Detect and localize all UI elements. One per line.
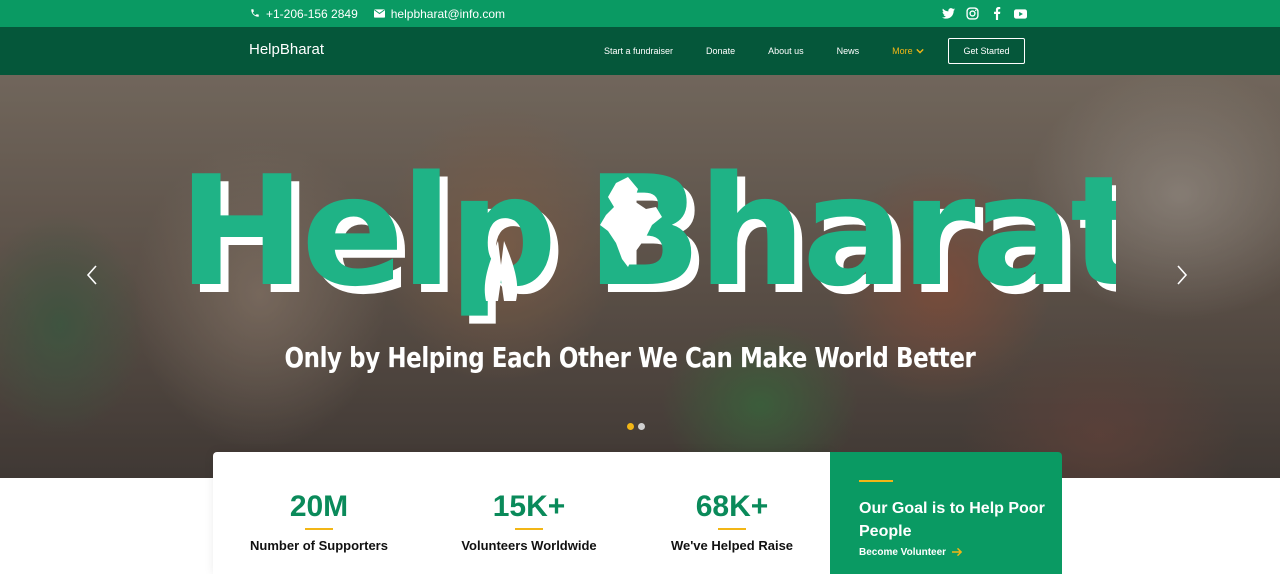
slider-next-arrow[interactable] — [1172, 265, 1192, 289]
slider-dot-2[interactable] — [638, 423, 645, 430]
stat-raised: 68K+ We've Helped Raise — [632, 490, 832, 553]
stat-value: 15K+ — [492, 490, 566, 523]
email-address: helpbharat@info.com — [390, 6, 505, 21]
stat-label: Volunteers Worldwide — [461, 538, 597, 553]
goal-divider — [859, 480, 893, 482]
phone-contact[interactable]: +1-206-156 2849 — [250, 7, 358, 21]
stat-divider — [305, 528, 333, 530]
instagram-icon[interactable] — [966, 7, 979, 20]
mail-icon — [373, 7, 385, 21]
stat-label: Number of Supporters — [250, 538, 388, 553]
nav-more-label: More — [892, 46, 913, 56]
stat-label: We've Helped Raise — [670, 538, 794, 553]
facebook-icon[interactable] — [990, 7, 1003, 20]
become-volunteer-label: Become Volunteer — [859, 547, 947, 558]
contact-info: +1-206-156 2849 helpbharat@info.com — [250, 0, 505, 27]
brand-logo[interactable]: HelpBharat — [249, 41, 324, 58]
stats-card: 20M Number of Supporters 15K+ Volunteers… — [213, 452, 831, 574]
slider-dots — [627, 423, 645, 430]
hero-title-bharat-shadow: Bharat — [586, 155, 1116, 320]
nav-link-about-us[interactable]: About us — [768, 46, 804, 56]
become-volunteer-link[interactable]: Become Volunteer — [859, 545, 963, 560]
get-started-button[interactable]: Get Started — [948, 38, 1025, 64]
stat-divider — [515, 528, 543, 530]
chevron-right-icon — [1177, 265, 1188, 285]
nav-more-dropdown[interactable]: More — [892, 46, 924, 56]
goal-heading: Our Goal is to Help Poor People — [859, 500, 1045, 540]
phone-number: +1-206-156 2849 — [266, 6, 358, 21]
stat-supporters: 20M Number of Supporters — [219, 490, 419, 553]
stat-volunteers: 15K+ Volunteers Worldwide — [429, 490, 629, 553]
hero-slider: Help Help Bharat Bharat Only by Helping … — [0, 75, 1280, 478]
twitter-icon[interactable] — [942, 7, 955, 20]
stat-value: 68K+ — [695, 490, 769, 523]
phone-icon — [250, 7, 260, 21]
top-contact-bar: +1-206-156 2849 helpbharat@info.com — [0, 0, 1280, 27]
main-navbar: HelpBharat Start a fundraiser Donate Abo… — [0, 27, 1280, 75]
arrow-right-icon — [952, 545, 963, 560]
nav-link-news[interactable]: News — [837, 46, 860, 56]
goal-card: Our Goal is to Help Poor People Become V… — [830, 452, 1062, 574]
slider-dot-1[interactable] — [627, 423, 634, 430]
stat-divider — [718, 528, 746, 530]
email-contact[interactable]: helpbharat@info.com — [373, 6, 505, 21]
chevron-down-icon — [915, 46, 924, 56]
nav-link-start-fundraiser[interactable]: Start a fundraiser — [604, 46, 673, 56]
hero-tagline: Only by Helping Each Other We Can Make W… — [284, 341, 976, 374]
social-links — [942, 0, 1027, 27]
stat-value: 20M — [289, 490, 349, 523]
nav-link-donate[interactable]: Donate — [706, 46, 735, 56]
nav-links: Start a fundraiser Donate About us News … — [604, 27, 924, 75]
youtube-icon[interactable] — [1014, 7, 1027, 20]
chevron-left-icon — [86, 265, 97, 285]
slider-prev-arrow[interactable] — [82, 265, 102, 289]
hero-title-logo: Help Help Bharat Bharat — [178, 155, 1116, 325]
